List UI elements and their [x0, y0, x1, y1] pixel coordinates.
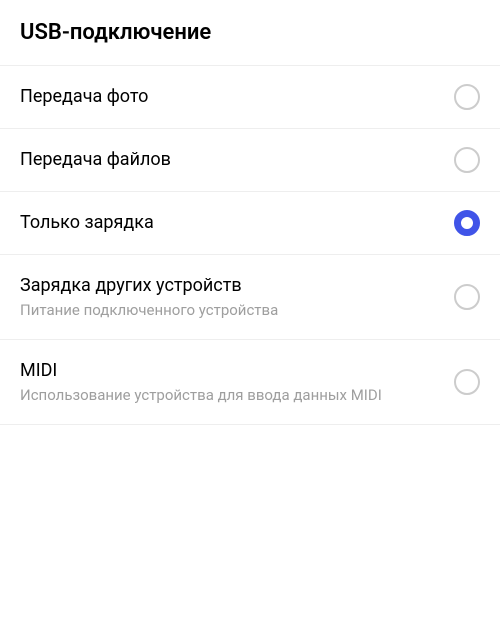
option-file-transfer[interactable]: Передача файлов — [0, 129, 500, 192]
radio-button[interactable] — [454, 147, 480, 173]
option-label: Только зарядка — [20, 210, 438, 235]
header: USB-подключение — [0, 0, 500, 65]
option-text: Передача фото — [20, 84, 454, 109]
option-charge-devices[interactable]: Зарядка других устройств Питание подключ… — [0, 255, 500, 340]
radio-button[interactable] — [454, 284, 480, 310]
radio-button[interactable] — [454, 210, 480, 236]
option-text: Только зарядка — [20, 210, 454, 235]
option-label: Передача файлов — [20, 147, 438, 172]
option-text: Передача файлов — [20, 147, 454, 172]
option-sublabel: Использование устройства для ввода данны… — [20, 385, 438, 406]
option-label: Передача фото — [20, 84, 438, 109]
option-label: Зарядка других устройств — [20, 273, 438, 298]
radio-button[interactable] — [454, 369, 480, 395]
radio-button[interactable] — [454, 84, 480, 110]
option-sublabel: Питание подключенного устройства — [20, 300, 438, 321]
option-text: Зарядка других устройств Питание подключ… — [20, 273, 454, 321]
option-label: MIDI — [20, 358, 438, 383]
option-midi[interactable]: MIDI Использование устройства для ввода … — [0, 340, 500, 425]
page-title: USB-подключение — [20, 20, 480, 45]
usb-options-list: Передача фото Передача файлов Только зар… — [0, 65, 500, 425]
option-text: MIDI Использование устройства для ввода … — [20, 358, 454, 406]
option-photo-transfer[interactable]: Передача фото — [0, 65, 500, 129]
option-charge-only[interactable]: Только зарядка — [0, 192, 500, 255]
